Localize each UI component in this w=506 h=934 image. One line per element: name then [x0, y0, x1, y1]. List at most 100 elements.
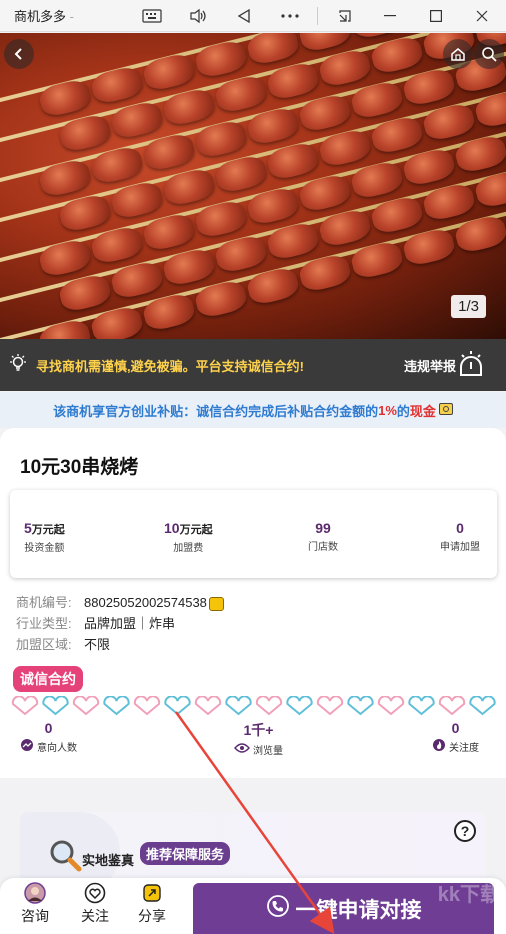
- metric-intent-value: 0: [44, 720, 53, 736]
- window-title-fade: -: [66, 9, 74, 24]
- share-icon: [141, 882, 163, 904]
- heart-shape: [255, 696, 283, 716]
- heart-shape: [286, 696, 313, 716]
- heart-shape: [72, 696, 100, 716]
- heart-shape: [42, 696, 69, 716]
- consult-button[interactable]: 咨询: [10, 882, 60, 926]
- industry-value: 品牌加盟｜炸串: [84, 616, 176, 631]
- meat-piece: [245, 265, 301, 307]
- meat-piece: [89, 304, 145, 339]
- subsidy-prefix: 该商机享官方创业补贴：诚信合约完成后补贴合约金额的: [53, 403, 379, 419]
- report-link[interactable]: 违规举报: [404, 356, 456, 375]
- subsidy-mid: 的: [396, 403, 410, 419]
- flame-icon: [432, 738, 446, 755]
- meat-piece: [453, 213, 506, 255]
- search-button[interactable]: [474, 39, 504, 69]
- avatar: [24, 882, 46, 904]
- speaker-icon[interactable]: [180, 0, 216, 32]
- maximize-icon[interactable]: [418, 0, 454, 32]
- meat-piece: [317, 207, 373, 249]
- meat-piece: [89, 64, 145, 106]
- meat-piece: [89, 144, 145, 186]
- stat-investment: 5万元起 投资金额: [24, 520, 65, 554]
- titlebar-separator: [317, 7, 318, 25]
- copy-icon[interactable]: [208, 596, 224, 611]
- metric-intent: 0 意向人数: [20, 720, 77, 755]
- region-value: 不限: [84, 637, 111, 652]
- meat-piece: [141, 51, 197, 93]
- stat-fee-unit: 万元起: [179, 524, 213, 536]
- stat-stores-label: 门店数: [308, 542, 338, 553]
- metric-views-value: 1千+: [243, 722, 274, 738]
- help-icon[interactable]: ?: [454, 820, 476, 842]
- meat-piece: [37, 77, 93, 119]
- subsidy-percent: 1%: [378, 402, 397, 418]
- listing-id: 88025052002574538: [84, 595, 207, 610]
- stats-panel: 5万元起 投资金额 10万元起 加盟费 99 门店数 0 申请加盟: [10, 490, 497, 578]
- meat-piece: [473, 88, 506, 130]
- share-label: 分享: [138, 908, 166, 924]
- meat-piece: [297, 252, 353, 294]
- stat-franchise-fee: 10万元起 加盟费: [164, 520, 213, 554]
- hearts-divider: [11, 696, 496, 716]
- metric-attention-value: 0: [451, 720, 460, 736]
- heart-shape: [133, 696, 161, 716]
- snap-icon[interactable]: [327, 0, 363, 32]
- watermark: kk下载: [437, 884, 500, 906]
- meat-piece: [89, 224, 145, 266]
- meat-piece: [265, 220, 321, 262]
- info-key-region: 加盟区域:: [16, 637, 72, 652]
- meat-piece: [317, 47, 373, 89]
- minimize-icon[interactable]: [372, 0, 408, 32]
- eye-icon: [234, 742, 250, 757]
- meat-piece: [369, 34, 425, 76]
- meat-piece: [265, 60, 321, 102]
- meat-piece: [401, 146, 457, 188]
- close-icon[interactable]: [464, 0, 500, 32]
- meat-piece: [193, 198, 249, 240]
- trend-icon: [20, 738, 34, 755]
- meat-piece: [453, 133, 506, 175]
- meat-piece: [141, 131, 197, 173]
- info-key-industry: 行业类型:: [16, 616, 72, 631]
- stat-fee-value: 10: [164, 520, 180, 536]
- heart-icon: [84, 882, 106, 904]
- stat-applications-value: 0: [456, 520, 464, 536]
- meat-piece: [401, 226, 457, 268]
- meat-piece: [57, 272, 113, 314]
- meat-piece: [401, 66, 457, 108]
- heart-shape: [469, 696, 496, 716]
- meat-piece: [297, 33, 353, 54]
- more-icon[interactable]: [272, 0, 308, 32]
- meat-piece: [245, 33, 301, 67]
- listing-title: 10元30串烧烤: [20, 457, 139, 478]
- consult-label: 咨询: [21, 908, 49, 924]
- meat-piece: [265, 140, 321, 182]
- info-row-region: 加盟区域: 不限: [16, 634, 110, 653]
- stat-applications: 0 申请加盟: [440, 520, 480, 553]
- hero-image[interactable]: 1/3: [0, 33, 506, 339]
- meat-piece: [213, 233, 269, 275]
- meat-piece: [349, 79, 405, 121]
- home-button[interactable]: [443, 39, 473, 69]
- listing-card: 10元30串烧烤 5万元起 投资金额 10万元起 加盟费 99 门店数 0 申请…: [0, 428, 506, 778]
- keyboard-icon[interactable]: [134, 0, 170, 32]
- meat-piece: [161, 246, 217, 288]
- meat-piece: [141, 211, 197, 253]
- metric-intent-label: 意向人数: [37, 743, 77, 754]
- follow-button[interactable]: 关注: [70, 882, 120, 926]
- heart-shape: [225, 696, 252, 716]
- heart-shape: [408, 696, 435, 716]
- heart-shape: [11, 696, 39, 716]
- image-counter: 1/3: [451, 295, 486, 318]
- meat-piece: [213, 153, 269, 195]
- back-button[interactable]: [4, 39, 34, 69]
- service-label: 实地鉴真: [82, 853, 135, 868]
- share-button[interactable]: 分享: [127, 882, 177, 926]
- magnifier-icon: [48, 838, 82, 877]
- back-triangle-icon[interactable]: [226, 0, 262, 32]
- window-title: 商机多多 -: [0, 6, 120, 25]
- meat-piece: [349, 239, 405, 281]
- lightbulb-icon: [8, 353, 28, 378]
- report-icon[interactable]: [456, 349, 486, 384]
